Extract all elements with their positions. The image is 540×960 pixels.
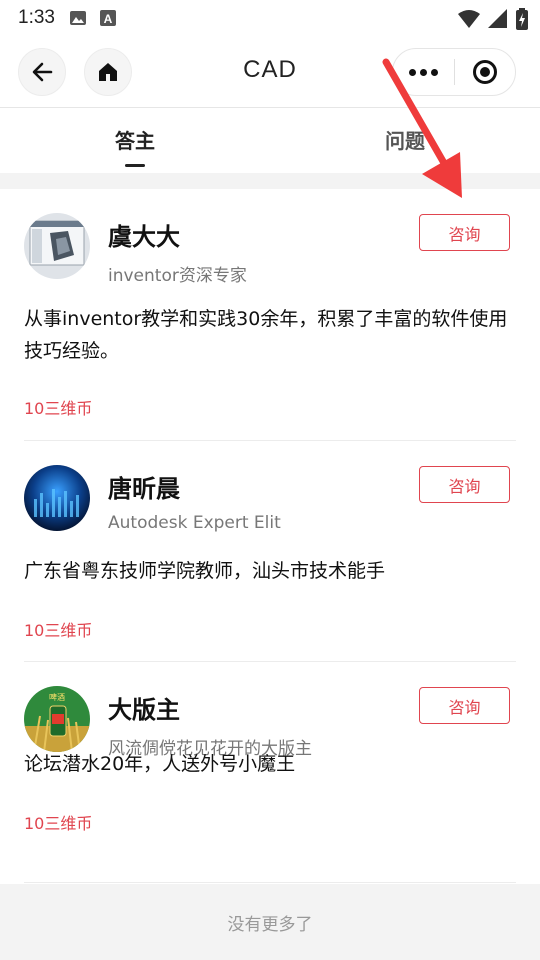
avatar — [24, 213, 90, 279]
section-divider — [0, 173, 540, 189]
battery-charging-icon — [516, 8, 528, 30]
expert-price: 10三维币 — [24, 399, 93, 418]
wifi-icon — [458, 10, 480, 28]
expert-price: 10三维币 — [24, 621, 93, 640]
active-tab-indicator — [125, 164, 145, 167]
consult-button[interactable]: 咨询 — [419, 214, 510, 251]
status-bar: 1:33 A — [0, 0, 540, 36]
mini-program-capsule — [392, 48, 516, 96]
expert-name: 虞大大 — [108, 223, 180, 251]
a-badge-icon: A — [99, 10, 116, 26]
list-end-footer: 没有更多了 — [0, 884, 540, 960]
target-circle-icon — [472, 60, 497, 84]
consult-button[interactable]: 咨询 — [419, 466, 510, 503]
no-more-text: 没有更多了 — [227, 914, 313, 935]
consult-button[interactable]: 咨询 — [419, 687, 510, 724]
image-icon — [69, 11, 86, 25]
expert-description: 从事inventor教学和实践30余年，积累了丰富的软件使用技巧经验。 — [24, 308, 508, 362]
expert-title: inventor资深专家 — [108, 266, 247, 286]
expert-name: 大版主 — [108, 696, 180, 724]
expert-card[interactable]: 虞大大 inventor资深专家 咨询 从事inventor教学和实践30余年，… — [24, 189, 516, 441]
signal-icon — [488, 9, 507, 28]
tab-bar: 答主 问题 — [0, 109, 540, 173]
expert-title: Autodesk Expert Elit — [108, 513, 281, 533]
tab-answerers[interactable]: 答主 — [0, 125, 270, 154]
tab-questions[interactable]: 问题 — [270, 125, 540, 154]
expert-name: 唐昕晨 — [108, 475, 180, 503]
expert-description: 广东省粤东技师学院教师，汕头市技术能手 — [24, 560, 386, 582]
svg-text:啤酒: 啤酒 — [49, 692, 65, 702]
expert-card[interactable]: 啤酒 大版主 风流倜傥花见花开的大版主 咨询 论坛潜水20年，人送外号小魔王 1… — [24, 662, 516, 883]
status-time: 1:33 — [18, 7, 55, 28]
expert-card[interactable]: 唐昕晨 Autodesk Expert Elit 咨询 广东省粤东技师学院教师，… — [24, 441, 516, 662]
more-button[interactable] — [393, 49, 454, 95]
avatar — [24, 465, 90, 531]
avatar: 啤酒 — [24, 686, 90, 752]
close-mini-program-button[interactable] — [455, 49, 516, 95]
svg-text:A: A — [104, 12, 113, 26]
expert-list: 虞大大 inventor资深专家 咨询 从事inventor教学和实践30余年，… — [0, 189, 540, 883]
expert-price: 10三维币 — [24, 814, 93, 833]
more-dots-icon — [408, 68, 438, 76]
expert-description: 论坛潜水20年，人送外号小魔王 — [24, 753, 296, 775]
nav-bar: CAD — [0, 36, 540, 108]
